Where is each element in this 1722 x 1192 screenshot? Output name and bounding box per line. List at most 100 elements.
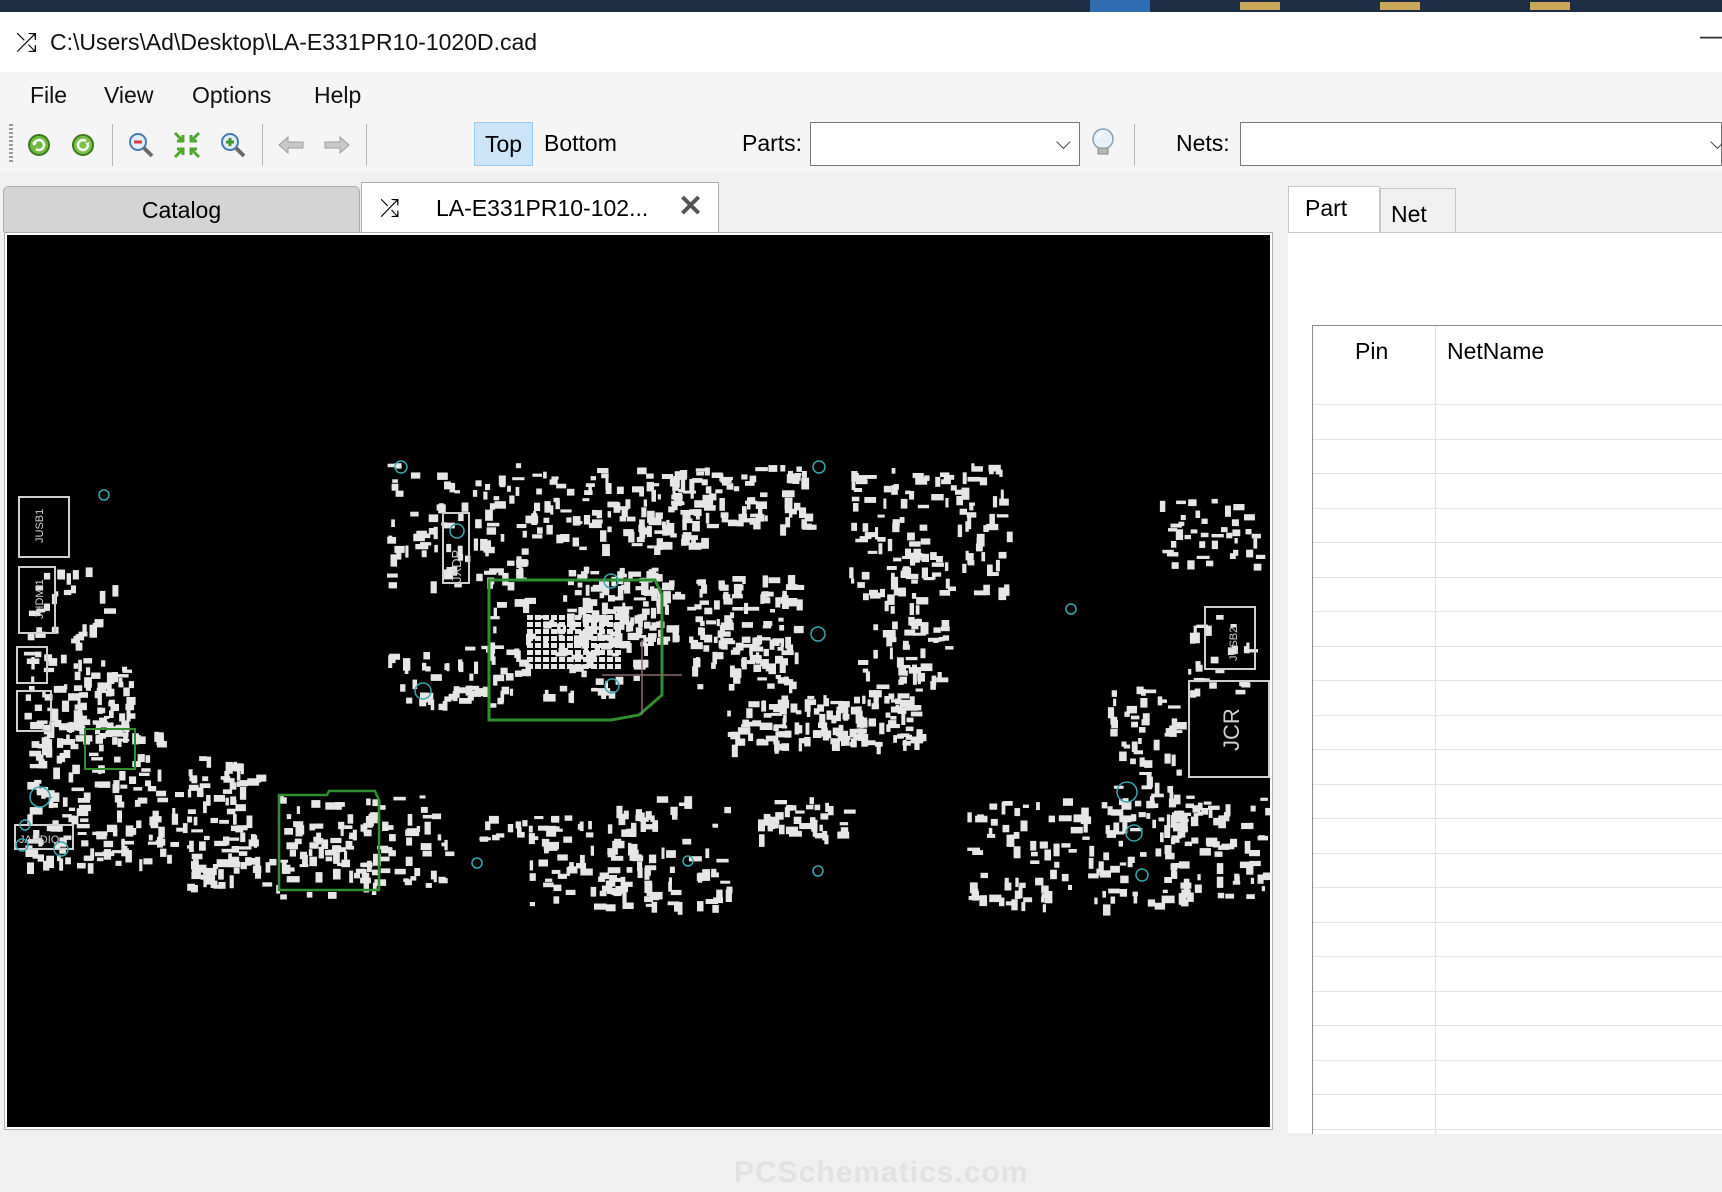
bga-pad (551, 622, 557, 627)
toolbar-grip[interactable] (9, 124, 13, 164)
tab-net[interactable]: Net (1380, 188, 1456, 232)
smd-pad (763, 713, 772, 718)
smd-pad (935, 556, 943, 563)
smd-pad (1030, 860, 1040, 864)
smd-pad (449, 482, 456, 493)
fit-to-screen-button[interactable] (170, 128, 204, 162)
smd-pad (585, 584, 590, 596)
menu-file[interactable]: File (30, 82, 67, 109)
status-bar: PCSchematics.com (0, 1134, 1722, 1192)
smd-pad (309, 842, 319, 849)
smd-pad (989, 894, 1002, 903)
smd-pad (388, 535, 393, 542)
menu-options[interactable]: Options (192, 82, 271, 109)
minimize-button[interactable]: — (1700, 20, 1722, 51)
pin-netname-table[interactable]: Pin NetName (1312, 325, 1722, 1163)
smd-pad (98, 781, 111, 788)
smd-pad (78, 659, 82, 672)
bga-pad (543, 629, 549, 634)
smd-pad (50, 825, 60, 832)
pcb-board-drawing[interactable]: JUSB1 JHDMI1 JAUDIO JXDP JUSB2 JCR (7, 235, 1270, 1127)
smd-pad (145, 755, 151, 763)
smd-pad (1144, 760, 1153, 768)
menu-view[interactable]: View (104, 82, 153, 109)
smd-pad (434, 544, 438, 553)
zoom-out-button[interactable] (124, 128, 158, 162)
close-icon[interactable]: ✕ (678, 189, 703, 224)
smd-pad (1181, 825, 1186, 838)
tab-catalog[interactable]: Catalog (3, 186, 360, 232)
smd-pad (218, 882, 226, 889)
bga-pad (615, 650, 621, 655)
chevron-down-icon[interactable]: ⌵ (1056, 132, 1071, 155)
smd-pad (1216, 615, 1224, 620)
smd-pad (126, 697, 136, 705)
smd-pad (650, 607, 656, 619)
smd-pad (1203, 801, 1212, 805)
smd-pad (515, 463, 522, 469)
smd-pad (597, 468, 609, 474)
smd-pad (945, 498, 949, 508)
nets-combobox[interactable]: ⌵ (1240, 122, 1722, 166)
smd-pad (188, 769, 193, 777)
parts-combobox[interactable]: ⌵ (810, 122, 1080, 166)
smd-pad (1171, 541, 1177, 548)
smd-pad (914, 741, 920, 750)
smd-pad (182, 823, 188, 834)
smd-pad (620, 573, 627, 578)
smd-pad (694, 604, 702, 610)
smd-pad (236, 769, 241, 781)
tab-document[interactable]: ⤮ LA-E331PR10-102... ✕ (361, 182, 719, 234)
smd-pad (501, 686, 510, 695)
forward-button[interactable] (320, 128, 354, 162)
smd-pad (878, 543, 883, 555)
zoom-in-button[interactable] (216, 128, 250, 162)
smd-pad (1044, 891, 1053, 904)
smd-pad (43, 667, 55, 673)
bga-pad (527, 615, 533, 620)
smd-pad (671, 500, 684, 506)
smd-pad (805, 722, 810, 735)
smd-pad (1244, 840, 1251, 854)
column-header-pin[interactable]: Pin (1355, 338, 1388, 365)
zoom-in-icon (221, 133, 246, 158)
label-jusb2: JUSB2 (1228, 627, 1240, 661)
smd-pad (423, 652, 430, 660)
smd-pad (640, 821, 646, 832)
smd-pad (1070, 826, 1083, 834)
smd-pad (389, 834, 396, 842)
board-canvas[interactable]: JUSB1 JHDMI1 JAUDIO JXDP JUSB2 JCR (7, 235, 1270, 1127)
smd-pad (761, 701, 767, 712)
smd-pad (672, 635, 680, 642)
tab-part[interactable]: Part (1288, 186, 1380, 234)
smd-pad (505, 673, 514, 681)
smd-pad (709, 493, 717, 501)
side-bottom-toggle[interactable]: Bottom (534, 122, 627, 164)
smd-pad (1062, 798, 1073, 806)
column-header-netname[interactable]: NetName (1447, 338, 1544, 365)
smd-pad (683, 490, 696, 494)
smd-pad (780, 465, 786, 472)
back-button[interactable] (274, 128, 308, 162)
menu-help[interactable]: Help (314, 82, 361, 109)
smd-pad (82, 624, 87, 634)
smd-pad (1176, 769, 1182, 776)
smd-pad (105, 732, 113, 738)
bga-pad (567, 643, 573, 648)
smd-pad (1186, 795, 1195, 799)
lightbulb-icon[interactable] (1088, 126, 1118, 160)
smd-pad (1226, 532, 1233, 539)
bga-pad (591, 643, 597, 648)
chevron-down-icon[interactable]: ⌵ (1710, 132, 1722, 155)
smd-pad (865, 671, 870, 682)
smd-pad (1148, 803, 1159, 808)
smd-pad (596, 510, 603, 519)
smd-pad (1153, 739, 1160, 751)
refresh-button[interactable] (22, 128, 56, 162)
smd-pad (959, 508, 967, 515)
reload-button[interactable] (66, 128, 100, 162)
side-top-toggle[interactable]: Top (474, 122, 534, 166)
smd-pad (222, 789, 233, 794)
smd-pad (193, 816, 198, 826)
smd-pad (667, 523, 675, 536)
